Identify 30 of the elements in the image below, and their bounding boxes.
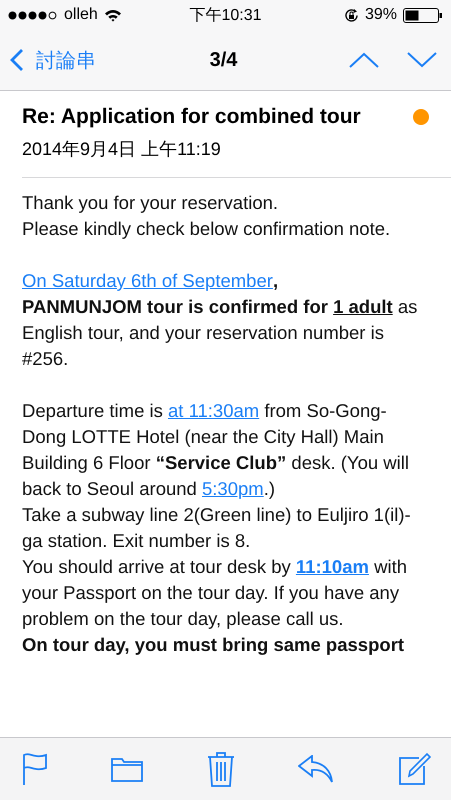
folder-icon[interactable] [111,756,144,782]
trash-icon[interactable] [206,751,234,787]
carrier-name: olleh [64,6,98,24]
message-position: 3/4 [210,48,238,72]
email-subject: Re: Application for combined tour [22,105,361,129]
body-paragraph: You should arrive at tour desk by 11:10am with your Passport on the tour day. If you have any problem on the tour day, please call us. [22,555,408,631]
body-paragraph: Thank you for your reservation. [22,191,280,215]
text-link[interactable]: at 11:30am [168,400,260,421]
body-paragraph: Departure time is at 11:30am from So-Gong-Dong LOTTE Hotel (near the City Hall) Main Building 6 Floor “Service Club” desk. (You will back to Seoul around 5:30pm.) [22,399,410,501]
back-button[interactable]: 討論串 [10,46,160,74]
wifi-icon [104,8,122,22]
text-link[interactable]: 5:30pm [202,478,264,499]
body-paragraph: On tour day, you must bring same passport [22,633,406,657]
previous-message-icon[interactable] [349,52,379,68]
battery-icon [402,8,443,22]
flag-icon[interactable] [22,752,48,786]
rotation-lock-icon [344,8,359,22]
reply-icon[interactable] [298,755,334,783]
text-link[interactable]: 11:10am [296,556,369,577]
chevron-left-icon [10,48,24,72]
status-time: 下午10:31 [189,6,262,26]
text-link[interactable]: On Saturday 6th of September [22,270,273,291]
battery-percent: 39% [364,6,397,24]
compose-icon[interactable] [397,752,431,786]
signal-icon [8,10,58,20]
next-message-icon[interactable] [407,52,437,68]
email-date: 2014年9月4日 上午11:19 [22,138,222,161]
body-paragraph: Take a subway line 2(Green line) to Euljiro 1(il)-ga station. Exit number is 8. [22,503,412,553]
body-paragraph: Please kindly check below confirmation note. [22,217,392,241]
body-paragraph: On Saturday 6th of September, PANMUNJOM tour is confirmed for 1 adult as English tour, and your reservation number is #256. [22,269,418,371]
